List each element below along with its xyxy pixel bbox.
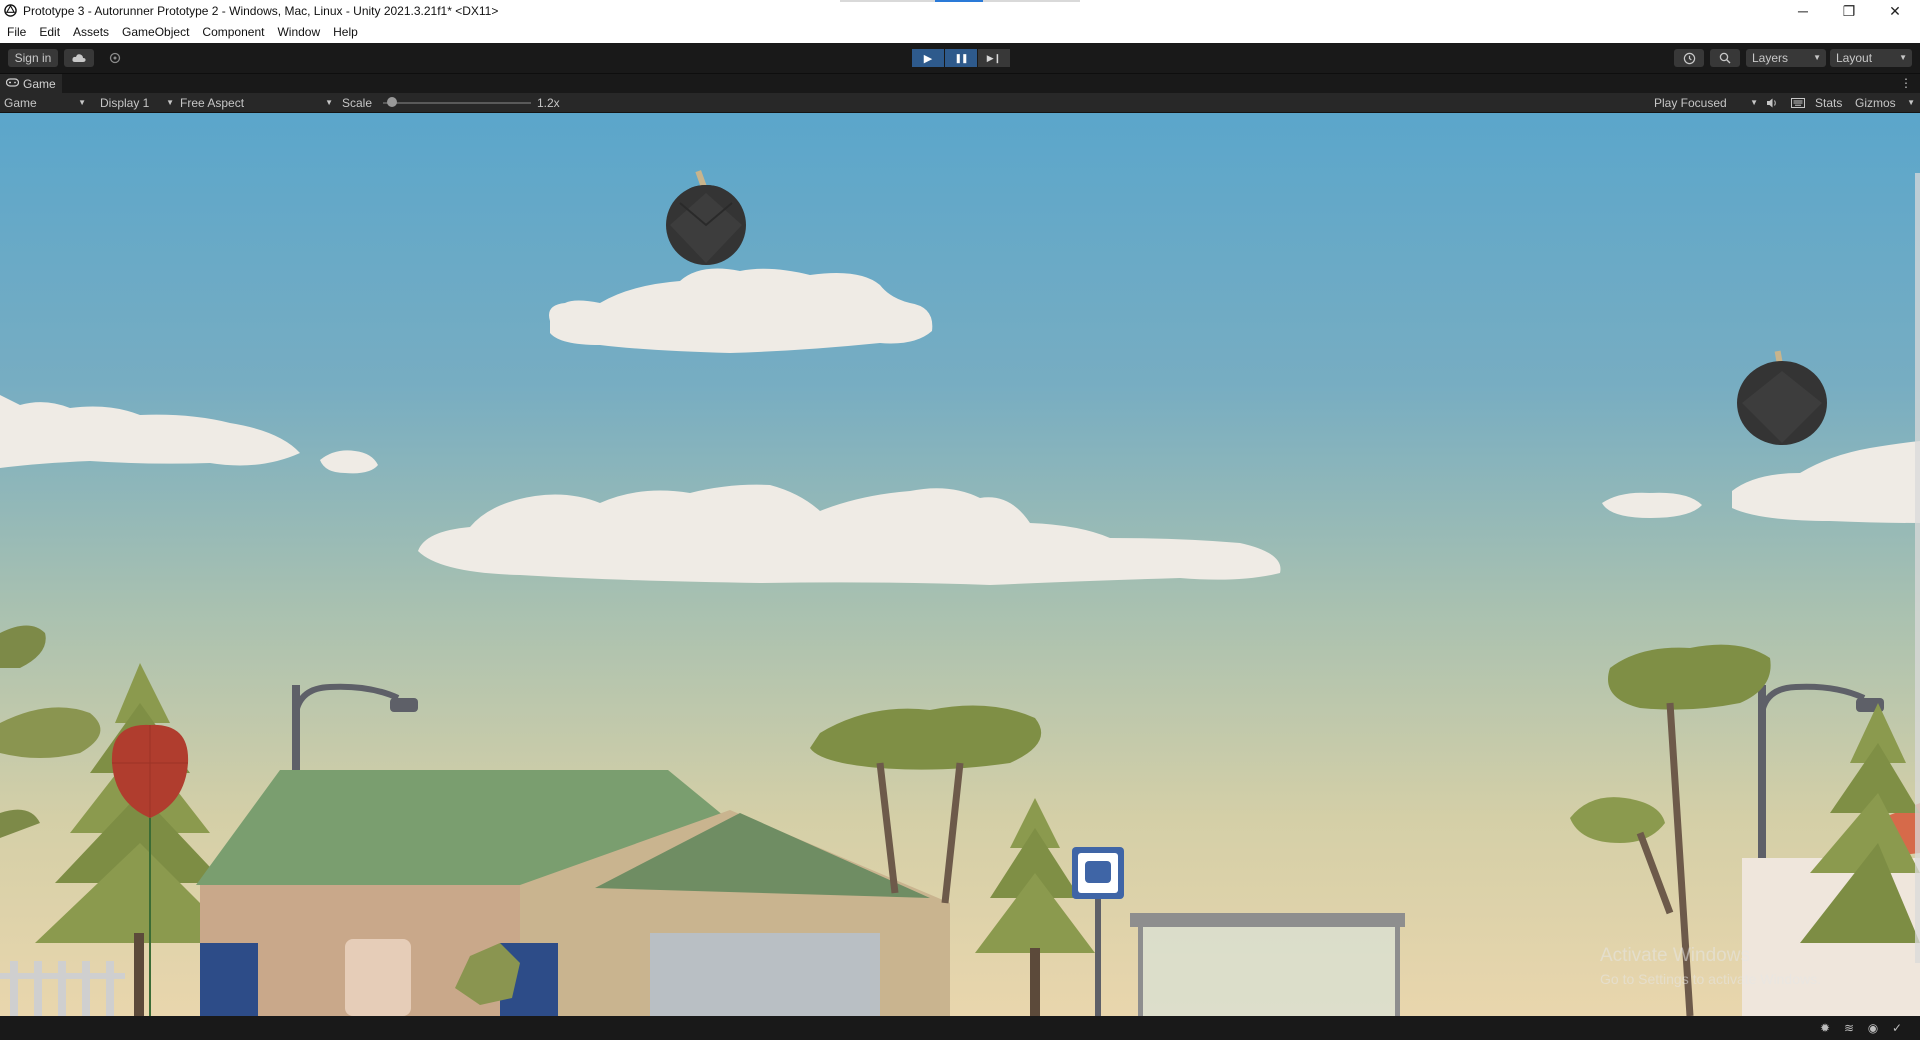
- cloud-right-small: [1602, 492, 1702, 518]
- close-button[interactable]: ✕: [1872, 0, 1918, 22]
- layers-label: Layers: [1752, 51, 1789, 65]
- layers-dropdown[interactable]: Layers ▼: [1746, 49, 1826, 67]
- restore-button[interactable]: ❐: [1826, 0, 1872, 22]
- activate-windows-watermark: Activate Windows Go to Settings to activ…: [1600, 945, 1821, 987]
- search-icon: [1719, 52, 1731, 64]
- pause-icon: ❚❚: [954, 52, 968, 63]
- status-bar: ✹ ≋ ◉ ✓: [0, 1016, 1920, 1040]
- pause-button[interactable]: ❚❚: [945, 49, 977, 67]
- menu-file[interactable]: File: [1, 22, 32, 43]
- aspect-dropdown[interactable]: Free Aspect ▼: [180, 93, 333, 113]
- sign-in-button[interactable]: Sign in: [8, 49, 58, 67]
- play-button[interactable]: ▶: [912, 49, 944, 67]
- view-dropdown[interactable]: Game ▼: [4, 93, 88, 113]
- bus-shelter: [1130, 913, 1405, 1016]
- play-mode-label: Play Focused: [1654, 96, 1727, 110]
- watermark-subtitle: Go to Settings to activate Windows.: [1600, 971, 1821, 987]
- chevron-down-icon: ▼: [1750, 98, 1758, 107]
- cloud-left: [0, 395, 300, 468]
- unity-logo-icon: [4, 4, 17, 17]
- menu-help[interactable]: Help: [327, 22, 364, 43]
- menu-assets[interactable]: Assets: [67, 22, 115, 43]
- menu-window[interactable]: Window: [271, 22, 326, 43]
- keyboard-shortcuts-button[interactable]: [1791, 93, 1807, 113]
- layout-dropdown[interactable]: Layout ▼: [1830, 49, 1912, 67]
- display-label: Display 1: [100, 96, 150, 110]
- menu-bar: File Edit Assets GameObject Component Wi…: [0, 22, 1920, 43]
- step-icon: ▶❙: [986, 52, 1002, 63]
- scale-value: 1.2x: [537, 96, 560, 110]
- chevron-down-icon: ▼: [78, 98, 86, 107]
- cloud-icon[interactable]: [64, 49, 94, 67]
- tab-game[interactable]: Game: [0, 74, 62, 94]
- window-title: Prototype 3 - Autorunner Prototype 2 - W…: [23, 4, 499, 18]
- chevron-down-icon: ▼: [1907, 98, 1915, 107]
- play-icon: ▶: [923, 52, 933, 65]
- menu-component[interactable]: Component: [196, 22, 270, 43]
- search-button[interactable]: [1710, 49, 1740, 67]
- auto-generate-lighting-icon[interactable]: ◉: [1866, 1021, 1880, 1035]
- playmode-controls: ▶ ❚❚ ▶❙: [912, 49, 1011, 67]
- gamepad-icon: [5, 78, 20, 90]
- menu-edit[interactable]: Edit: [33, 22, 66, 43]
- bomb-object: [666, 170, 746, 265]
- panel-tab-bar: Game ⋮: [0, 73, 1920, 94]
- gizmos-dropdown[interactable]: Gizmos ▼: [1855, 93, 1915, 113]
- cloud-left-small: [320, 450, 378, 474]
- main-toolbar: Sign in ▶ ❚❚ ▶❙ Layers ▼ Layout ▼: [0, 43, 1920, 73]
- bus-stop-sign: [1072, 847, 1124, 1016]
- scale-slider-track[interactable]: [383, 102, 531, 104]
- viewport-scrollbar[interactable]: [1915, 173, 1920, 963]
- view-label: Game: [4, 96, 37, 110]
- play-mode-dropdown[interactable]: Play Focused ▼: [1654, 93, 1758, 113]
- cloud-middle-large: [418, 484, 1281, 585]
- game-viewport[interactable]: Activate Windows Go to Settings to activ…: [0, 113, 1920, 1016]
- progress-check-icon[interactable]: ✓: [1890, 1021, 1904, 1035]
- more-options-icon[interactable]: ⋮: [1900, 76, 1912, 90]
- minimize-button[interactable]: ─: [1780, 0, 1826, 22]
- cloud-right: [1732, 441, 1920, 523]
- tab-game-label: Game: [23, 77, 56, 91]
- cloud-shapes: [0, 268, 1920, 585]
- stats-button[interactable]: Stats: [1815, 93, 1842, 113]
- taskbar-progress-strip: [840, 0, 1080, 2]
- menu-gameobject[interactable]: GameObject: [116, 22, 195, 43]
- watermark-title: Activate Windows: [1600, 945, 1750, 966]
- cloud-top-center: [549, 268, 933, 353]
- display-dropdown[interactable]: Display 1 ▼: [100, 93, 174, 113]
- step-button[interactable]: ▶❙: [978, 49, 1010, 67]
- undo-history-button[interactable]: [1674, 49, 1704, 67]
- bomb-object: [1737, 350, 1827, 445]
- history-icon: [1683, 52, 1695, 64]
- aspect-label: Free Aspect: [180, 96, 245, 110]
- speaker-icon: [1767, 98, 1776, 108]
- scale-slider-handle[interactable]: [386, 97, 397, 107]
- chevron-down-icon: ▼: [325, 98, 333, 107]
- mute-audio-button[interactable]: [1766, 93, 1780, 113]
- scale-label: Scale: [342, 96, 373, 110]
- game-scene: [0, 170, 1920, 1016]
- chevron-down-icon: ▼: [1813, 53, 1821, 62]
- title-bar: Prototype 3 - Autorunner Prototype 2 - W…: [0, 0, 1920, 22]
- collab-icon[interactable]: [102, 49, 128, 67]
- house-object: [196, 770, 950, 1016]
- fence-shape: [0, 961, 125, 1016]
- game-view-toolbar: Game ▼ Display 1 ▼ Free Aspect ▼ Scale 1…: [0, 93, 1920, 113]
- keyboard-icon: [1791, 98, 1805, 108]
- gizmos-label: Gizmos: [1855, 96, 1896, 110]
- chevron-down-icon: ▼: [1899, 53, 1907, 62]
- bug-icon[interactable]: ✹: [1818, 1021, 1832, 1035]
- chevron-down-icon: ▼: [166, 98, 174, 107]
- layout-label: Layout: [1836, 51, 1873, 65]
- cache-server-icon[interactable]: ≋: [1842, 1021, 1856, 1035]
